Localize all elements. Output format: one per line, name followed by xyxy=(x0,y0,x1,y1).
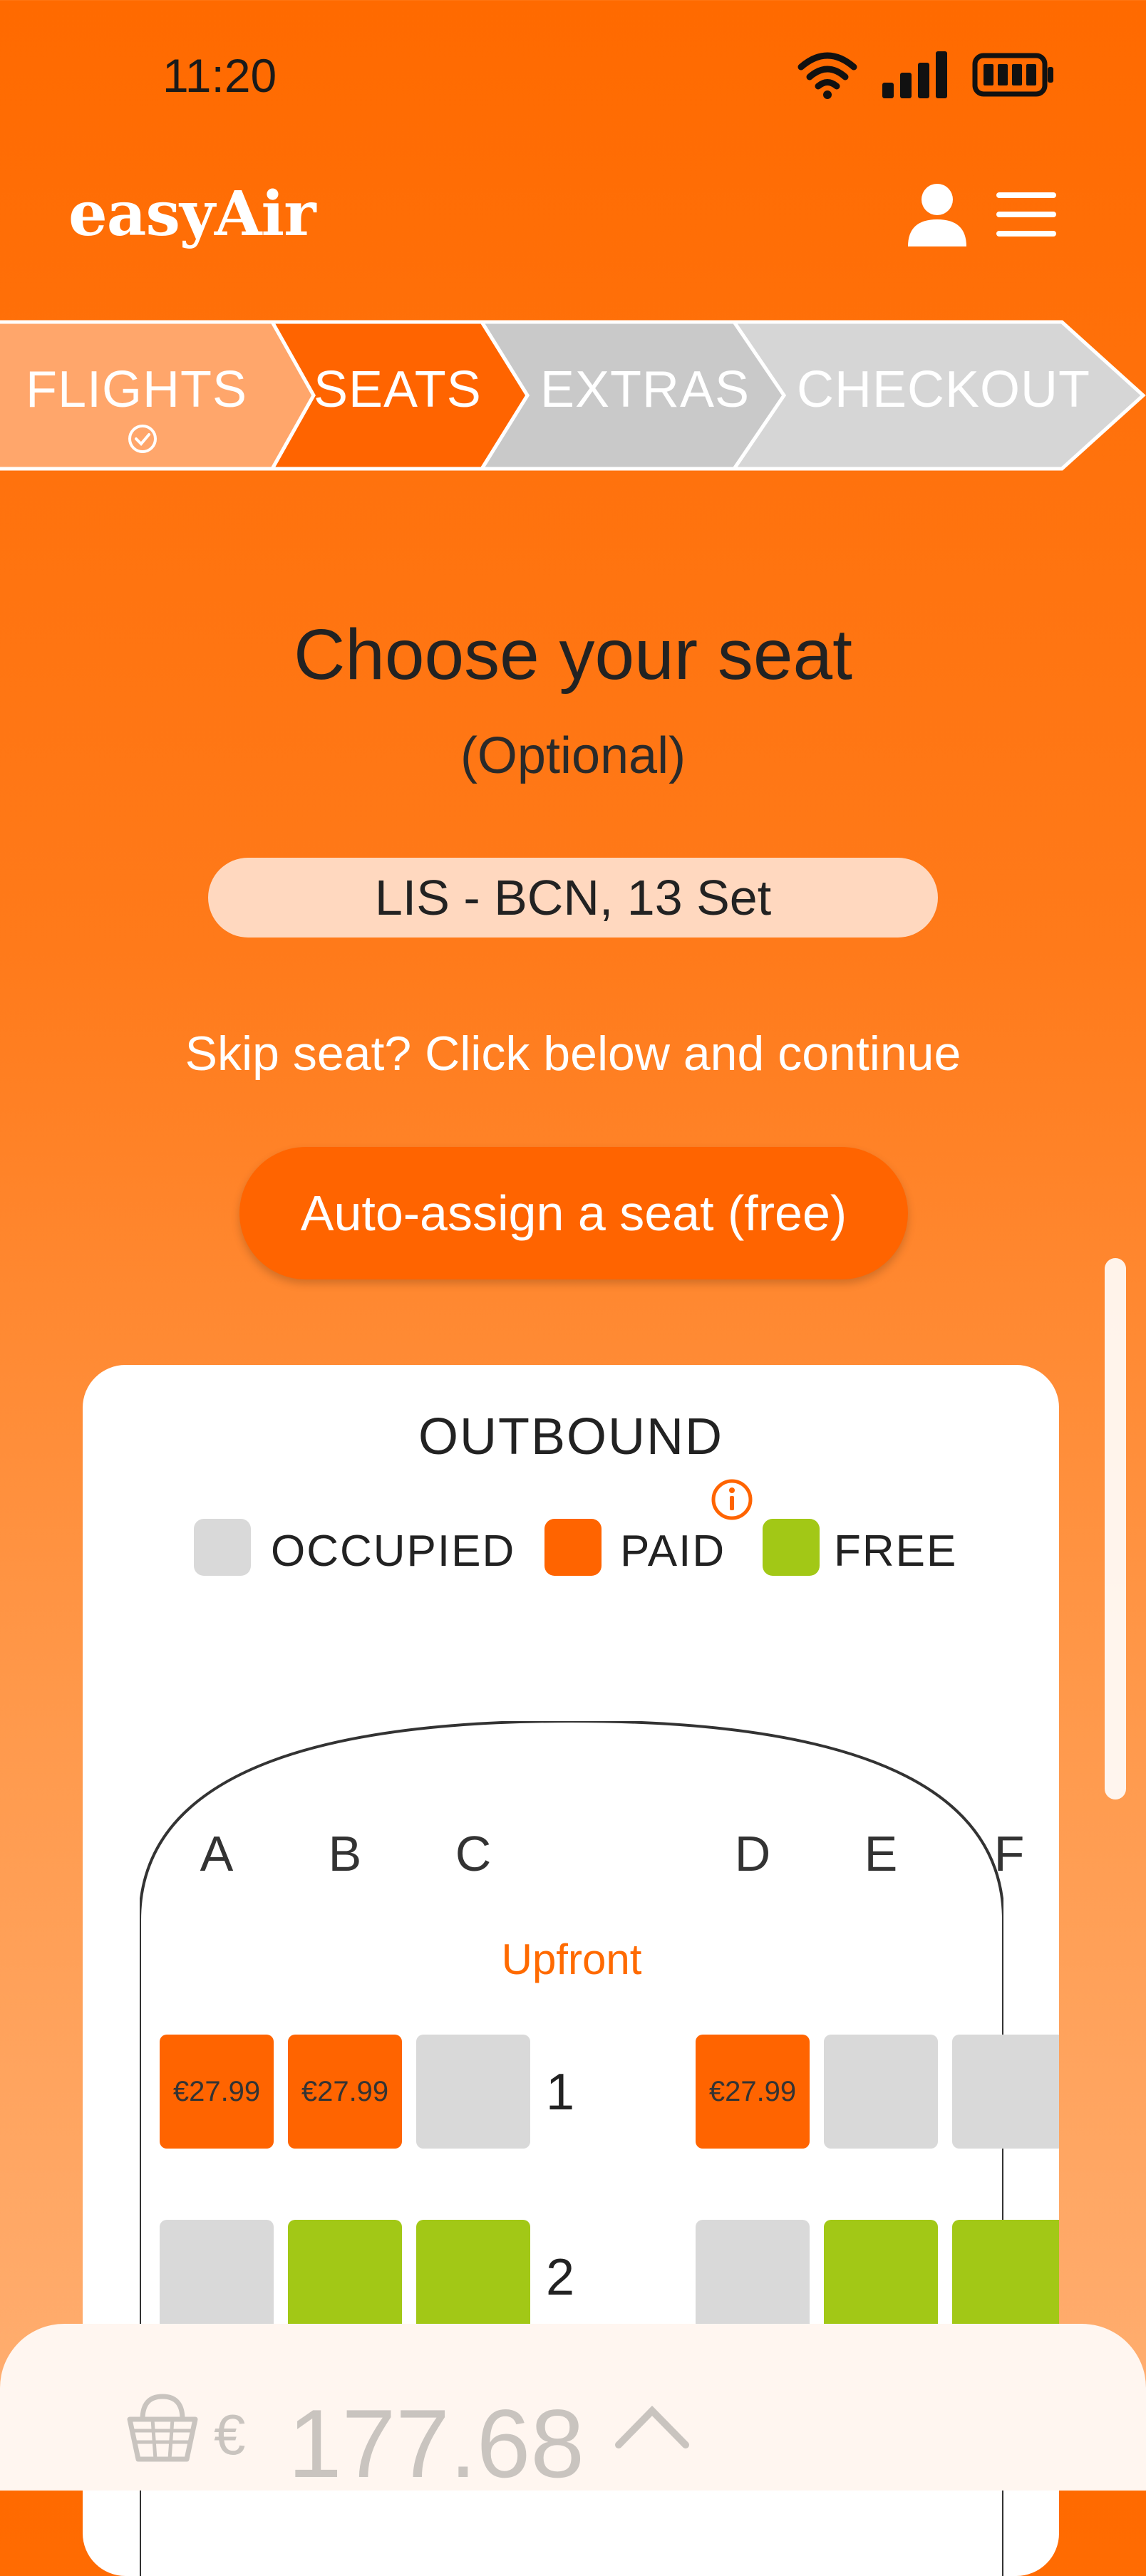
seat-map-title: OUTBOUND xyxy=(418,1408,723,1465)
auto-assign-button[interactable]: Auto-assign a seat (free) xyxy=(239,1147,908,1279)
seat-2a xyxy=(160,2220,274,2334)
info-icon[interactable] xyxy=(710,1477,754,1522)
basket-currency: € xyxy=(214,2403,246,2466)
menu-icon[interactable] xyxy=(996,192,1056,237)
step-seats[interactable]: SEATS xyxy=(314,360,482,419)
basket-bar[interactable]: € 177.68 xyxy=(0,2324,1146,2498)
seat-legend: OCCUPIED PAID FREE xyxy=(83,1479,1059,1590)
seat-1f xyxy=(952,2035,1059,2149)
page-title: Choose your seat xyxy=(294,615,852,695)
row-number: 2 xyxy=(545,2249,575,2306)
app-header: easyAir xyxy=(0,157,1146,271)
column-letter-b: B xyxy=(328,1826,362,1881)
seat-1a[interactable]: €27.99 xyxy=(160,2035,274,2149)
column-letter-c: C xyxy=(455,1826,492,1881)
skip-text: Skip seat? Click below and continue xyxy=(185,1027,961,1081)
signal-icon xyxy=(882,51,947,98)
seat-2d xyxy=(696,2220,810,2334)
seat-2b[interactable] xyxy=(288,2220,402,2334)
legend-free-swatch xyxy=(763,1519,820,1576)
step-checkout[interactable]: CHECKOUT xyxy=(797,360,1090,419)
column-letter-e: E xyxy=(864,1826,898,1881)
seat-1e xyxy=(824,2035,938,2149)
column-letter-d: D xyxy=(734,1826,771,1881)
legend-free-label: FREE xyxy=(834,1527,958,1576)
route-pill: LIS - BCN, 13 Set xyxy=(208,858,938,938)
seat-2f[interactable] xyxy=(952,2220,1059,2334)
column-letter-f: F xyxy=(993,1826,1025,1881)
check-circle-icon xyxy=(128,425,157,453)
row-number: 1 xyxy=(545,2064,575,2121)
battery-icon xyxy=(972,53,1053,97)
chevron-up-icon[interactable] xyxy=(613,2401,691,2451)
basket-icon xyxy=(127,2394,198,2462)
status-bar: 11:20 xyxy=(0,0,1146,142)
seat-1b[interactable]: €27.99 xyxy=(288,2035,402,2149)
legend-occupied-swatch xyxy=(194,1519,251,1576)
legend-paid-swatch xyxy=(544,1519,602,1576)
logo[interactable]: easyAir xyxy=(68,178,316,250)
seat-1c xyxy=(416,2035,530,2149)
seat-2e[interactable] xyxy=(824,2220,938,2334)
user-icon[interactable] xyxy=(907,182,968,246)
section-label: Upfront xyxy=(501,1936,642,1983)
basket-total: 177.68 xyxy=(288,2389,584,2498)
page-subtitle: (Optional) xyxy=(460,727,686,784)
status-time: 11:20 xyxy=(162,49,277,102)
scrollbar[interactable] xyxy=(1105,1258,1126,1799)
legend-occupied-label: OCCUPIED xyxy=(271,1527,516,1576)
status-icons xyxy=(797,50,1055,100)
column-letter-a: A xyxy=(200,1826,234,1881)
seat-1d[interactable]: €27.99 xyxy=(696,2035,810,2149)
legend-paid-label: PAID xyxy=(620,1527,726,1576)
seat-2c[interactable] xyxy=(416,2220,530,2334)
step-extras[interactable]: EXTRAS xyxy=(540,360,750,419)
booking-steps: FLIGHTS SEATS EXTRAS CHECKOUT xyxy=(0,319,1146,472)
step-flights[interactable]: FLIGHTS xyxy=(26,360,247,419)
wifi-icon xyxy=(797,52,857,99)
